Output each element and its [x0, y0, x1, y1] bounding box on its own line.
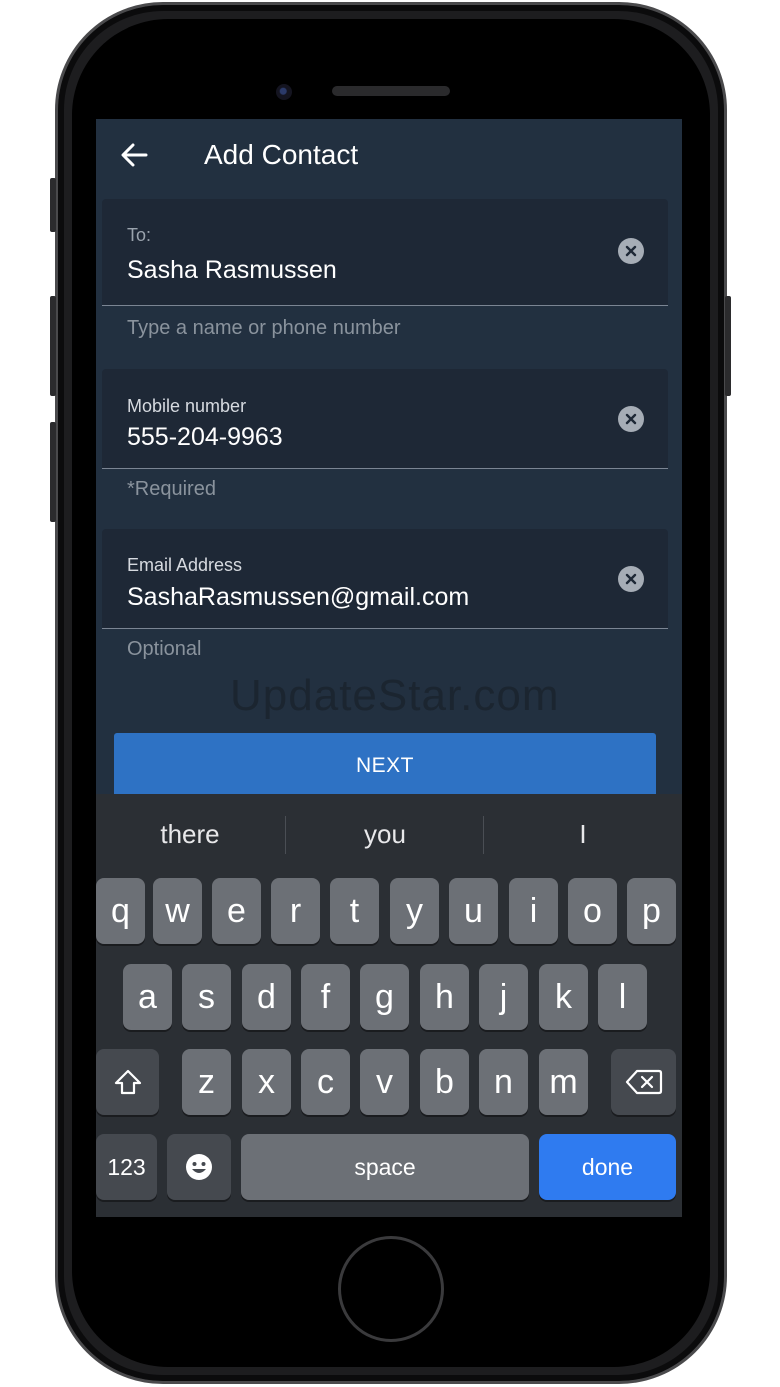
power-button [725, 296, 731, 396]
backspace-key[interactable] [611, 1049, 676, 1115]
key-c[interactable]: c [301, 1049, 350, 1115]
key-w[interactable]: w [153, 878, 202, 944]
backspace-icon [625, 1069, 662, 1095]
clear-mobile-button[interactable] [618, 406, 644, 432]
emoji-icon [186, 1154, 212, 1180]
key-d[interactable]: d [242, 964, 291, 1030]
key-x[interactable]: x [242, 1049, 291, 1115]
key-f[interactable]: f [301, 964, 350, 1030]
back-button[interactable] [116, 137, 152, 173]
key-l[interactable]: l [598, 964, 647, 1030]
suggestion-item[interactable]: there [96, 814, 284, 854]
key-y[interactable]: y [390, 878, 439, 944]
app-screen: Add Contact To: Type a name or phone num… [96, 119, 682, 1217]
key-i[interactable]: i [509, 878, 558, 944]
done-key[interactable]: done [539, 1134, 676, 1200]
keyboard: there you I q w e r t y u i o p a s d f … [96, 794, 682, 1217]
to-field[interactable]: To: [102, 199, 668, 306]
key-z[interactable]: z [182, 1049, 231, 1115]
key-n[interactable]: n [479, 1049, 528, 1115]
key-e[interactable]: e [212, 878, 261, 944]
key-j[interactable]: j [479, 964, 528, 1030]
mobile-helper-text: *Required [127, 478, 216, 500]
email-label: Email Address [127, 555, 243, 575]
emoji-key[interactable] [167, 1134, 231, 1200]
page-title: Add Contact [204, 139, 359, 170]
key-o[interactable]: o [568, 878, 617, 944]
mobile-number-field[interactable]: Mobile number [102, 369, 668, 469]
earpiece-speaker [332, 86, 450, 96]
email-helper-text: Optional [127, 638, 202, 660]
next-button[interactable]: NEXT [114, 733, 656, 799]
shift-icon [114, 1069, 141, 1095]
to-helper-text: Type a name or phone number [127, 317, 401, 339]
close-icon [625, 245, 637, 257]
email-field[interactable]: Email Address [102, 529, 668, 629]
suggestion-item[interactable]: I [484, 814, 682, 854]
key-m[interactable]: m [539, 1049, 588, 1115]
app-bar: Add Contact [96, 119, 682, 193]
key-g[interactable]: g [360, 964, 409, 1030]
suggestion-item[interactable]: you [286, 814, 484, 854]
home-button[interactable] [338, 1236, 444, 1342]
arrow-left-icon [121, 143, 148, 167]
key-v[interactable]: v [360, 1049, 409, 1115]
clear-to-button[interactable] [618, 238, 644, 264]
volume-up-button [50, 296, 56, 396]
shift-key[interactable] [96, 1049, 159, 1115]
key-s[interactable]: s [182, 964, 231, 1030]
key-b[interactable]: b [420, 1049, 469, 1115]
front-camera-icon [276, 84, 292, 100]
key-r[interactable]: r [271, 878, 320, 944]
suggestion-bar: there you I [96, 794, 682, 874]
close-icon [625, 573, 637, 585]
mobile-number-label: Mobile number [127, 396, 247, 416]
to-input[interactable] [127, 253, 597, 287]
key-p[interactable]: p [627, 878, 676, 944]
to-field-label: To: [127, 225, 152, 245]
key-k[interactable]: k [539, 964, 588, 1030]
key-q[interactable]: q [96, 878, 145, 944]
space-key[interactable]: space [241, 1134, 529, 1200]
email-input[interactable] [127, 580, 597, 614]
key-t[interactable]: t [330, 878, 379, 944]
watermark: UpdateStar.com [230, 671, 560, 720]
key-a[interactable]: a [123, 964, 172, 1030]
key-h[interactable]: h [420, 964, 469, 1030]
numbers-key[interactable]: 123 [96, 1134, 157, 1200]
close-icon [625, 413, 637, 425]
volume-down-button [50, 422, 56, 522]
mobile-number-input[interactable] [127, 420, 597, 454]
key-u[interactable]: u [449, 878, 498, 944]
silent-switch [50, 178, 56, 232]
clear-email-button[interactable] [618, 566, 644, 592]
